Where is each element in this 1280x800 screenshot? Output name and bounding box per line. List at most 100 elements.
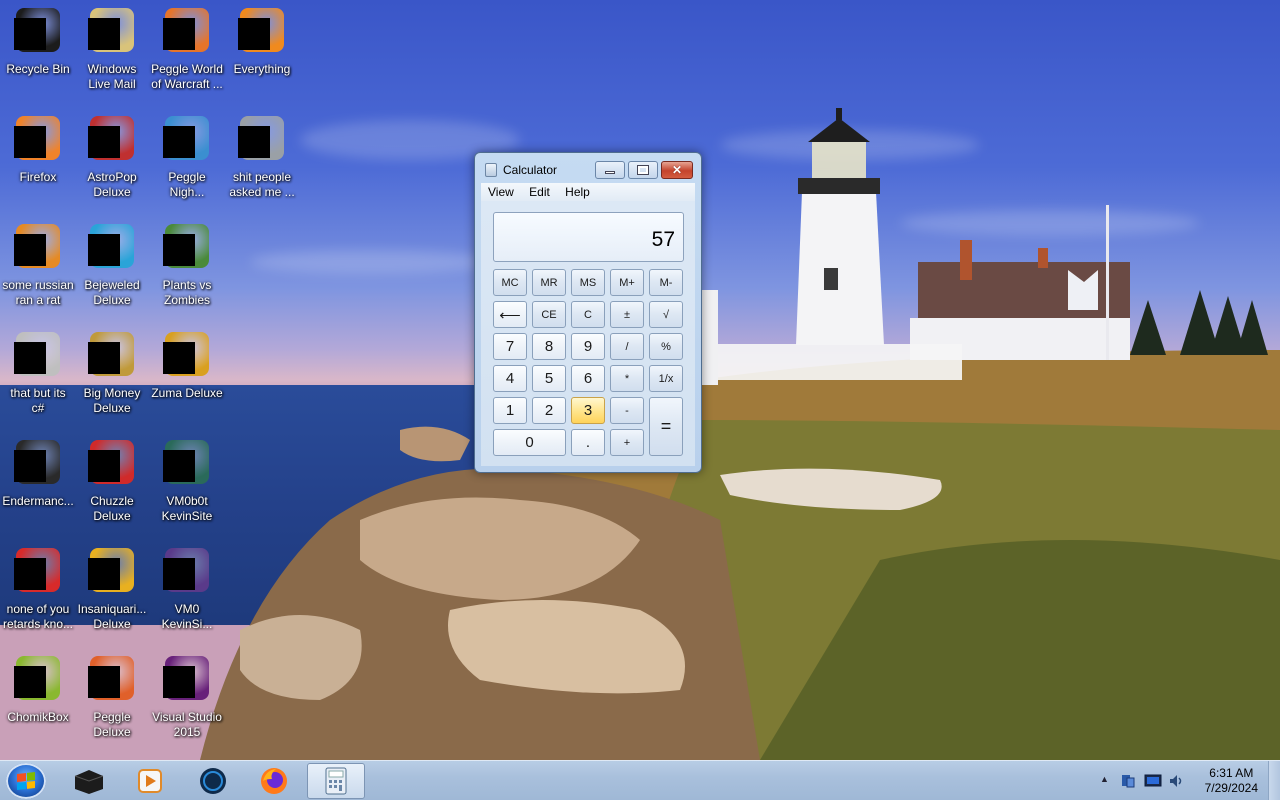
sqrt-button[interactable]: √ xyxy=(649,301,683,328)
show-hidden-icons-button[interactable]: ▲ xyxy=(1100,774,1109,784)
desktop-icon-label: Windows Live Mail xyxy=(87,62,137,91)
zuma-icon xyxy=(163,330,211,378)
desktop-icon[interactable]: Peggle Nigh... xyxy=(149,114,225,200)
key-1[interactable]: 1 xyxy=(493,397,527,424)
desktop-icon[interactable]: VM0 KevinSi... xyxy=(149,546,225,632)
mr-button[interactable]: MR xyxy=(532,269,566,296)
key-7[interactable]: 7 xyxy=(493,333,527,360)
desktop-icon[interactable]: AstroPop Deluxe xyxy=(74,114,150,200)
desktop-icon[interactable]: that but its c# xyxy=(0,330,76,416)
maximize-button[interactable] xyxy=(628,161,658,179)
multiply-button[interactable]: * xyxy=(610,365,644,392)
desktop-icon[interactable]: Zuma Deluxe xyxy=(149,330,225,401)
desktop-icon-label: ChomikBox xyxy=(7,710,69,724)
desktop-icon-label: Everything xyxy=(233,62,291,76)
clock[interactable]: 6:31 AM 7/29/2024 xyxy=(1205,766,1258,796)
add-button[interactable]: + xyxy=(610,429,644,456)
taskbar-app-firefox[interactable] xyxy=(245,763,303,799)
decimal-button[interactable]: . xyxy=(571,429,605,456)
window-title: Calculator xyxy=(503,163,558,177)
title-bar[interactable]: Calculator xyxy=(485,161,557,179)
mc-button[interactable]: MC xyxy=(493,269,527,296)
m-minus-button[interactable]: M- xyxy=(649,269,683,296)
equals-button[interactable]: = xyxy=(649,397,683,456)
taskbar-app-media-player[interactable] xyxy=(121,763,179,799)
desktop-icon[interactable]: Windows Live Mail xyxy=(74,6,150,92)
key-5[interactable]: 5 xyxy=(532,365,566,392)
key-0[interactable]: 0 xyxy=(493,429,566,456)
clear-button[interactable]: C xyxy=(571,301,605,328)
key-4[interactable]: 4 xyxy=(493,365,527,392)
desktop-icon[interactable]: Chuzzle Deluxe xyxy=(74,438,150,524)
percent-button[interactable]: % xyxy=(649,333,683,360)
menu-help[interactable]: Help xyxy=(560,183,595,201)
network-icon[interactable] xyxy=(1120,773,1136,789)
recycle-bin-icon xyxy=(14,6,62,54)
ms-button[interactable]: MS xyxy=(571,269,605,296)
desktop-icon[interactable]: Peggle Deluxe xyxy=(74,654,150,740)
desktop-icon[interactable]: Recycle Bin xyxy=(0,6,76,77)
clock-date: 7/29/2024 xyxy=(1204,781,1258,795)
minimize-button[interactable] xyxy=(595,161,625,179)
folder-icon xyxy=(238,114,286,162)
key-9[interactable]: 9 xyxy=(571,333,605,360)
clear-entry-button[interactable]: CE xyxy=(532,301,566,328)
reciprocal-button[interactable]: 1/x xyxy=(649,365,683,392)
display-icon[interactable] xyxy=(1144,773,1162,789)
divide-button[interactable]: / xyxy=(610,333,644,360)
shortcut-icon xyxy=(14,330,62,378)
desktop-icon-label: Insaniquari... Deluxe xyxy=(77,602,147,631)
desktop-icon-label: none of you retards kno... xyxy=(2,602,74,631)
subtract-button[interactable]: - xyxy=(610,397,644,424)
taskbar-app-browser[interactable] xyxy=(184,763,242,799)
desktop-icon-label: Peggle World of Warcraft ... xyxy=(151,62,223,91)
maximize-icon xyxy=(637,165,649,175)
opera-icon xyxy=(14,546,62,594)
desktop-icon[interactable]: Everything xyxy=(224,6,300,77)
visual-studio-icon xyxy=(163,654,211,702)
calculator-icon xyxy=(485,163,497,177)
plants-icon xyxy=(163,222,211,270)
desktop-icon[interactable]: Peggle World of Warcraft ... xyxy=(149,6,225,92)
desktop-icon-label: Firefox xyxy=(19,170,57,184)
desktop-icon[interactable]: none of you retards kno... xyxy=(0,546,76,632)
desktop-icon[interactable]: Endermanc... xyxy=(0,438,76,509)
desktop-icon[interactable]: some russian ran a rat xyxy=(0,222,76,308)
key-8[interactable]: 8 xyxy=(532,333,566,360)
taskbar-app-calculator[interactable] xyxy=(307,763,365,799)
plus-minus-button[interactable]: ± xyxy=(610,301,644,328)
desktop-icon[interactable]: Visual Studio 2015 xyxy=(149,654,225,740)
desktop-icon-label: Zuma Deluxe xyxy=(151,386,223,400)
show-desktop-button[interactable] xyxy=(1268,761,1280,800)
desktop-icon[interactable]: Firefox xyxy=(0,114,76,185)
desktop-icon[interactable]: ChomikBox xyxy=(0,654,76,725)
menu-view[interactable]: View xyxy=(483,183,519,201)
desktop-icon[interactable]: shit people asked me ... xyxy=(224,114,300,200)
desktop-icon[interactable]: Plants vs Zombies xyxy=(149,222,225,308)
peggle-icon xyxy=(163,6,211,54)
money-icon xyxy=(88,330,136,378)
key-2[interactable]: 2 xyxy=(532,397,566,424)
backspace-button[interactable]: ⟵ xyxy=(493,301,527,328)
desktop-icon-label: that but its c# xyxy=(10,386,66,415)
key-6[interactable]: 6 xyxy=(571,365,605,392)
menu-edit[interactable]: Edit xyxy=(524,183,555,201)
desktop-icon[interactable]: Insaniquari... Deluxe xyxy=(74,546,150,632)
chuzzle-icon xyxy=(88,438,136,486)
m-plus-button[interactable]: M+ xyxy=(610,269,644,296)
close-button[interactable]: ✕ xyxy=(661,161,693,179)
desktop-icon-label: shit people asked me ... xyxy=(229,170,295,199)
calculator-window[interactable]: Calculator ✕ View Edit Help 57 MC MR MS … xyxy=(474,152,702,473)
volume-icon[interactable] xyxy=(1168,773,1184,789)
desktop-icon-label: Big Money Deluxe xyxy=(83,386,141,415)
desktop-icon-label: Plants vs Zombies xyxy=(162,278,212,307)
mail-icon xyxy=(88,6,136,54)
globe-icon xyxy=(200,768,226,794)
desktop-icon[interactable]: Bejeweled Deluxe xyxy=(74,222,150,308)
desktop-icon[interactable]: VM0b0t KevinSite xyxy=(149,438,225,524)
taskbar-app-mystery-box[interactable] xyxy=(60,763,118,799)
desktop-icon[interactable]: Big Money Deluxe xyxy=(74,330,150,416)
start-button[interactable] xyxy=(6,763,46,799)
key-3[interactable]: 3 xyxy=(571,397,605,424)
minimize-icon xyxy=(605,171,615,174)
